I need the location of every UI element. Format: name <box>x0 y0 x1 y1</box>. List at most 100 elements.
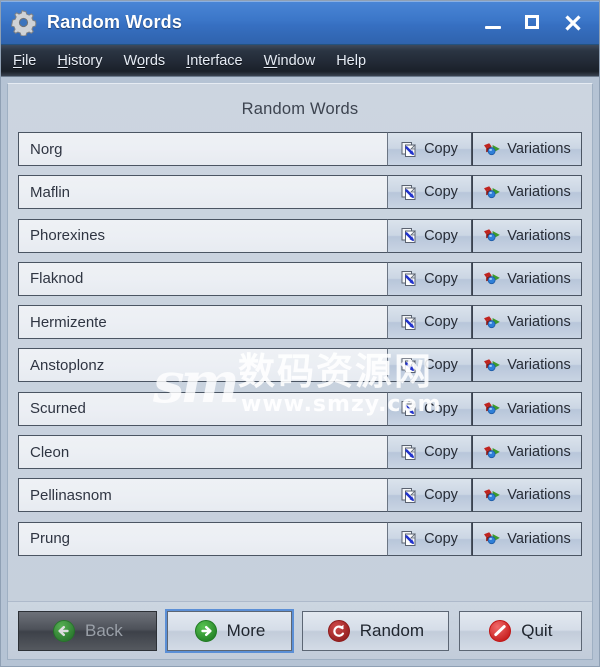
variations-button-label: Variations <box>507 530 571 547</box>
menu-item-words[interactable]: Words <box>124 53 166 69</box>
variations-button[interactable]: Variations <box>472 348 582 383</box>
arrow-right-circle-icon <box>194 619 218 643</box>
word-field[interactable]: Hermizente <box>18 305 387 340</box>
word-field[interactable]: Prung <box>18 521 387 556</box>
variations-button-label: Variations <box>507 270 571 287</box>
copy-document-icon <box>401 530 418 547</box>
more-button-label: More <box>226 620 266 640</box>
title-bar: Random Words <box>1 1 599 45</box>
copy-document-icon <box>401 184 418 201</box>
copy-button-label: Copy <box>424 444 458 461</box>
word-row: Norg Copy Variations <box>18 132 582 166</box>
variations-spheres-icon <box>483 142 501 157</box>
menu-item-help[interactable]: Help <box>336 53 366 69</box>
copy-button-label: Copy <box>424 487 458 504</box>
copy-button[interactable]: Copy <box>387 521 472 556</box>
variations-button-label: Variations <box>507 444 571 461</box>
word-field[interactable]: Anstoplonz <box>18 348 387 383</box>
copy-button[interactable]: Copy <box>387 218 472 253</box>
word-field[interactable]: Phorexines <box>18 218 387 253</box>
variations-spheres-icon <box>483 228 501 243</box>
variations-spheres-icon <box>483 271 501 286</box>
minimize-icon[interactable] <box>483 13 503 33</box>
copy-button-label: Copy <box>424 227 458 244</box>
copy-button-label: Copy <box>424 314 458 331</box>
word-row: Flaknod Copy Variations <box>18 261 582 296</box>
copy-document-icon <box>401 400 418 417</box>
variations-button[interactable]: Variations <box>472 478 582 513</box>
variations-spheres-icon <box>483 401 501 416</box>
window-title: Random Words <box>47 12 183 32</box>
variations-spheres-icon <box>483 185 501 200</box>
gear-icon <box>10 9 37 37</box>
content-panel: Random Words Norg Copy Variations Maflin Cop… <box>7 83 593 660</box>
copy-button[interactable]: Copy <box>387 132 472 166</box>
copy-document-icon <box>401 487 418 504</box>
copy-document-icon <box>401 227 418 244</box>
variations-button-label: Variations <box>507 487 571 504</box>
word-row: Pellinasnom Copy Variations <box>18 478 582 513</box>
copy-button-label: Copy <box>424 184 458 201</box>
variations-button[interactable]: Variations <box>472 132 582 166</box>
quit-button-label: Quit <box>521 620 553 640</box>
word-field[interactable]: Cleon <box>18 435 387 470</box>
word-row: Maflin Copy Variations <box>18 175 582 210</box>
close-icon[interactable] <box>563 13 583 33</box>
copy-button[interactable]: Copy <box>387 175 472 210</box>
variations-button-label: Variations <box>507 141 571 157</box>
variations-spheres-icon <box>483 445 501 460</box>
variations-button[interactable]: Variations <box>472 218 582 253</box>
word-field[interactable]: Pellinasnom <box>18 478 387 513</box>
word-row: Cleon Copy Variations <box>18 435 582 470</box>
word-row: Prung Copy Variations <box>18 521 582 556</box>
window-controls <box>483 13 593 33</box>
quit-button[interactable]: Quit <box>458 610 582 651</box>
menu-item-interface[interactable]: Interface <box>186 53 242 69</box>
no-entry-circle-icon <box>488 619 512 643</box>
word-list: Norg Copy Variations Maflin Copy Variations Ph… <box>8 132 592 565</box>
menu-item-history[interactable]: History <box>57 53 102 69</box>
variations-button[interactable]: Variations <box>472 521 582 556</box>
variations-button[interactable]: Variations <box>472 305 582 340</box>
menu-item-file[interactable]: File <box>13 53 36 69</box>
variations-button[interactable]: Variations <box>472 261 582 296</box>
variations-button-label: Variations <box>507 314 571 331</box>
word-row: Scurned Copy Variations <box>18 391 582 426</box>
copy-document-icon <box>401 314 418 331</box>
copy-button[interactable]: Copy <box>387 348 472 383</box>
variations-button[interactable]: Variations <box>472 175 582 210</box>
variations-spheres-icon <box>483 315 501 330</box>
maximize-icon[interactable] <box>523 13 543 33</box>
random-button-label: Random <box>359 620 425 640</box>
copy-button[interactable]: Copy <box>387 305 472 340</box>
more-button[interactable]: More <box>164 608 295 653</box>
variations-button[interactable]: Variations <box>472 391 582 426</box>
variations-button-label: Variations <box>507 357 571 374</box>
copy-document-icon <box>401 357 418 374</box>
variations-spheres-icon <box>483 488 501 503</box>
copy-document-icon <box>401 444 418 461</box>
copy-button[interactable]: Copy <box>387 391 472 426</box>
word-field[interactable]: Maflin <box>18 175 387 210</box>
variations-button-label: Variations <box>507 400 571 417</box>
word-row: Hermizente Copy Variations <box>18 305 582 340</box>
arrow-left-circle-icon <box>52 619 76 643</box>
word-field[interactable]: Norg <box>18 132 387 166</box>
back-button-label: Back <box>85 620 123 640</box>
word-field[interactable]: Scurned <box>18 391 387 426</box>
copy-button[interactable]: Copy <box>387 261 472 296</box>
copy-button[interactable]: Copy <box>387 435 472 470</box>
word-row: Phorexines Copy Variations <box>18 218 582 253</box>
copy-button-label: Copy <box>424 357 458 374</box>
menu-item-window[interactable]: Window <box>264 53 316 69</box>
variations-button-label: Variations <box>507 227 571 244</box>
variations-spheres-icon <box>483 358 501 373</box>
variations-button[interactable]: Variations <box>472 435 582 470</box>
client-area: Random Words Norg Copy Variations Maflin Cop… <box>1 77 599 666</box>
refresh-circle-icon <box>327 619 351 643</box>
word-row: Anstoplonz Copy Variations <box>18 348 582 383</box>
random-button[interactable]: Random <box>302 610 449 651</box>
back-button: Back <box>18 610 157 651</box>
copy-button[interactable]: Copy <box>387 478 472 513</box>
word-field[interactable]: Flaknod <box>18 261 387 296</box>
